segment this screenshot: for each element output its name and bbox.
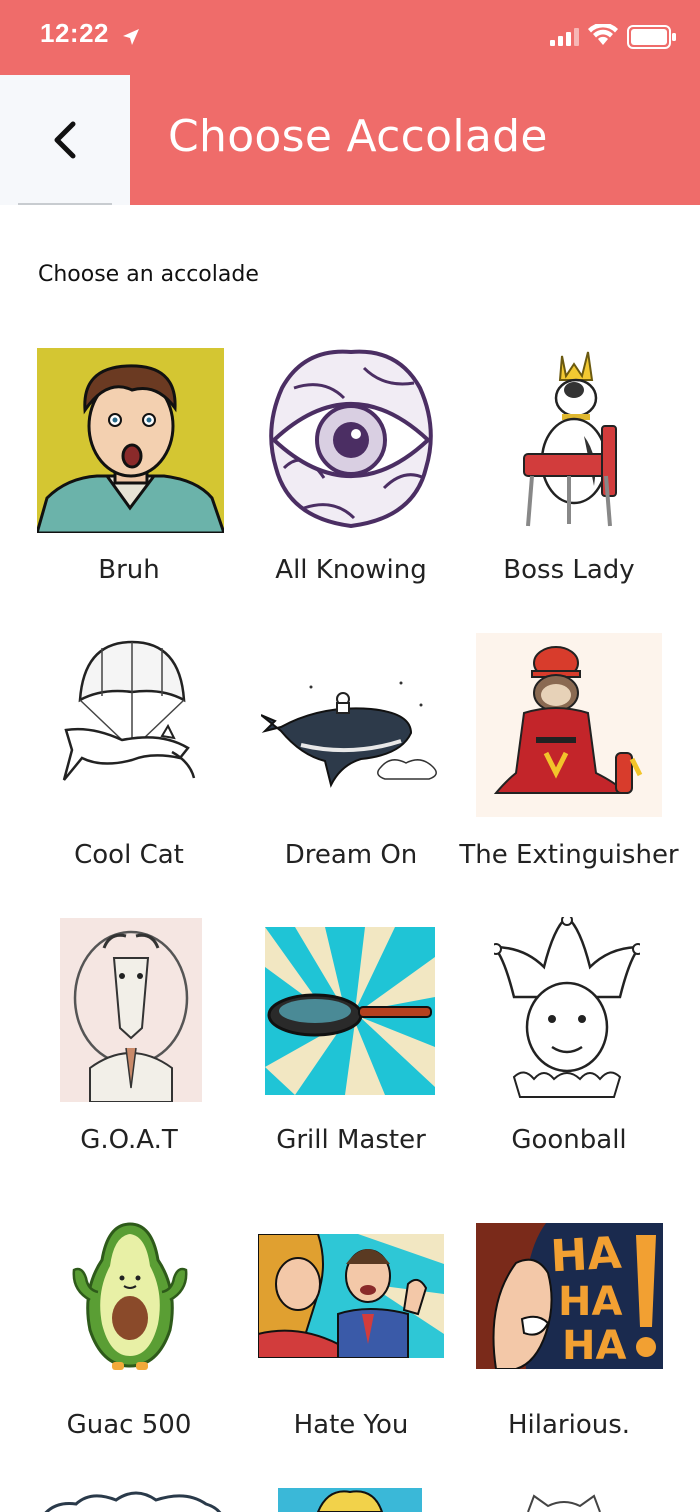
whale-astronaut-image [261, 675, 441, 790]
accolade-dream-on[interactable]: Dream On [236, 615, 466, 885]
jester-image [494, 917, 640, 1103]
accolade-guac-500[interactable]: Guac 500 [14, 1185, 244, 1455]
accolade-grill-master[interactable]: Grill Master [236, 900, 466, 1170]
accolade-goat[interactable]: G.O.A.T [14, 900, 244, 1170]
accolade-label: G.O.A.T [80, 1125, 178, 1155]
accolade-the-extinguisher[interactable]: The Extinguisher [454, 615, 684, 885]
shocked-man-image [37, 348, 224, 533]
app-header: Choose Accolade [0, 75, 700, 205]
section-subtitle: Choose an accolade [38, 262, 259, 287]
cow-on-chair-image [514, 346, 624, 536]
chevron-left-icon [54, 121, 76, 159]
accolade-label: All Knowing [275, 555, 427, 585]
back-button[interactable] [0, 75, 130, 205]
wifi-icon [588, 24, 618, 45]
accolade-label: Goonball [511, 1125, 627, 1155]
svg-text:HA: HA [558, 1279, 622, 1325]
accolade-partial-cloud[interactable] [36, 1490, 226, 1512]
accolade-hate-you[interactable]: Hate You [236, 1185, 466, 1455]
accolade-partial-popart[interactable] [278, 1488, 422, 1512]
accolade-label: Hilarious. [507, 1410, 631, 1440]
accolade-hilarious[interactable]: HA HA HA Hilarious. [454, 1185, 684, 1455]
accolade-goonball[interactable]: Goonball [454, 900, 684, 1170]
back-button-underline [18, 203, 112, 205]
status-bar: 12:22 [0, 0, 700, 75]
haha-text: HA [549, 1228, 622, 1283]
accolade-label: Bruh [98, 555, 160, 585]
cellular-signal-icon [550, 28, 579, 46]
accolade-label: Grill Master [276, 1125, 426, 1155]
page-title: Choose Accolade [168, 111, 548, 162]
accolade-cool-cat[interactable]: Cool Cat [14, 615, 244, 885]
accolade-bruh[interactable]: Bruh [14, 330, 244, 600]
accolade-label: Cool Cat [74, 840, 184, 870]
status-time: 12:22 [40, 18, 109, 48]
laughing-woman-image: HA HA HA [476, 1223, 663, 1369]
accolade-partial-sketch[interactable] [524, 1494, 604, 1512]
accolade-label: Guac 500 [66, 1410, 192, 1440]
battery-icon [627, 25, 676, 49]
svg-text:HA: HA [562, 1323, 626, 1369]
frying-pan-image [265, 927, 435, 1095]
cat-parachute-image [62, 640, 198, 788]
goat-portrait-image [60, 918, 202, 1102]
accolade-all-knowing[interactable]: All Knowing [236, 330, 466, 600]
sloth-firefighter-image [476, 633, 662, 817]
accolade-label: Boss Lady [503, 555, 635, 585]
accolade-label: Dream On [284, 840, 418, 870]
angry-couple-image [258, 1234, 444, 1358]
accolade-label: Hate You [293, 1410, 409, 1440]
avocado-image [68, 1220, 192, 1372]
accolade-label: The Extinguisher [459, 840, 679, 870]
eye-brain-image [264, 348, 438, 530]
accolade-boss-lady[interactable]: Boss Lady [454, 330, 684, 600]
location-arrow-icon [123, 29, 139, 45]
